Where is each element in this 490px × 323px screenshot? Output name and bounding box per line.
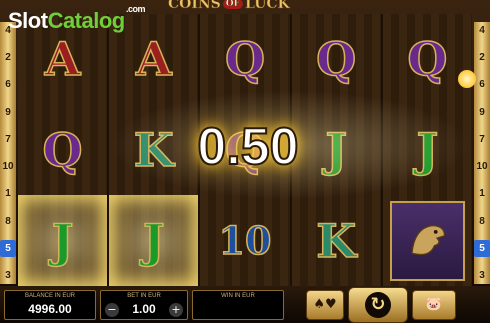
- bet-panel: BET IN EUR − 1.00 +: [100, 289, 188, 320]
- payline-number: 10: [2, 161, 14, 173]
- symbol-q: Q: [407, 32, 449, 88]
- bet-increase-button[interactable]: +: [169, 302, 183, 317]
- logo-text-catalog: Catalog: [47, 8, 126, 33]
- game-title: COINS OF LUCK: [168, 0, 290, 12]
- payline-number: 3: [479, 269, 485, 281]
- payline-number: 10: [476, 161, 488, 173]
- symbol-q: Q: [315, 32, 357, 88]
- logo-text-slot: Slot: [8, 8, 48, 33]
- payline-number: 6: [479, 79, 485, 91]
- payline-number: 3: [5, 269, 11, 281]
- reel-cell: J: [109, 195, 199, 286]
- reel-cell: Q: [200, 14, 289, 105]
- balance-label: BALANCE IN EUR: [24, 292, 75, 299]
- symbol-a: A: [44, 32, 81, 88]
- symbol-q: Q: [42, 122, 84, 178]
- payline-number: 5: [0, 239, 16, 257]
- payline-number: 6: [5, 79, 11, 91]
- bet-decrease-button[interactable]: −: [105, 302, 119, 317]
- reel: AQJ: [18, 14, 108, 286]
- balance-value: 4996.00: [28, 301, 72, 316]
- payline-number: 9: [5, 106, 11, 118]
- win-panel: WIN IN EUR: [192, 289, 284, 320]
- autoplay-button[interactable]: 🐷: [412, 289, 456, 320]
- cards-icon: ♠♥: [313, 297, 337, 312]
- symbol-j: J: [416, 122, 439, 178]
- symbol-j: J: [142, 213, 165, 269]
- reel-cell: Q: [292, 14, 381, 105]
- game-title-part1: COINS: [168, 0, 221, 12]
- win-amount-display: 0.50: [196, 117, 299, 177]
- payline-number: 5: [474, 239, 490, 257]
- symbol-10: 10: [218, 217, 272, 264]
- reel-cell: 10: [200, 195, 289, 286]
- payline-numbers-right: 4 2 6 9 7 10 1 8 5 3: [474, 22, 490, 284]
- payline-number: 8: [5, 215, 11, 227]
- spin-button[interactable]: ↻: [348, 286, 408, 323]
- bottom-bar: BALANCE IN EUR 4996.00 BET IN EUR − 1.00…: [0, 286, 490, 323]
- payline-number: 1: [479, 188, 485, 200]
- reel-cell: J: [18, 195, 108, 286]
- refresh-icon: ↻: [365, 291, 391, 318]
- payline-numbers-left: 4 2 6 9 7 10 1 8 5 3: [0, 22, 16, 284]
- balance-panel: BALANCE IN EUR 4996.00: [4, 289, 96, 320]
- bet-label: BET IN EUR: [127, 292, 161, 299]
- game-title-of: OF: [222, 0, 244, 9]
- reel-cell: K: [292, 195, 381, 286]
- payline-number: 1: [5, 188, 11, 200]
- reel-cell: J: [383, 105, 472, 196]
- payline-number: 2: [479, 52, 485, 64]
- payline-number: 4: [479, 25, 485, 36]
- win-label: WIN IN EUR: [221, 292, 255, 299]
- slotcatalog-logo: SlotCatalog .com: [8, 4, 146, 34]
- symbol-a: A: [135, 32, 172, 88]
- payline-number: 2: [5, 52, 11, 64]
- reel-cell: Q: [18, 105, 107, 196]
- reel-cell: Q: [383, 14, 472, 105]
- payline-coin-marker: [458, 70, 476, 88]
- payline-number: 8: [479, 215, 485, 227]
- reel: QJ: [382, 14, 472, 286]
- payline-number: 7: [479, 133, 485, 145]
- symbol-j: J: [51, 213, 74, 269]
- gamble-cards-button[interactable]: ♠♥: [306, 289, 344, 320]
- piggy-bank-icon: 🐷: [425, 297, 443, 312]
- payline-number: 9: [479, 106, 485, 118]
- reel-cell: [383, 195, 472, 286]
- game-title-part2: LUCK: [245, 0, 290, 12]
- logo-domain: .com: [126, 4, 146, 14]
- payline-number: 7: [5, 133, 11, 145]
- symbol-q: Q: [224, 32, 266, 88]
- symbol-k: K: [315, 213, 357, 269]
- eagle-symbol: [389, 200, 466, 281]
